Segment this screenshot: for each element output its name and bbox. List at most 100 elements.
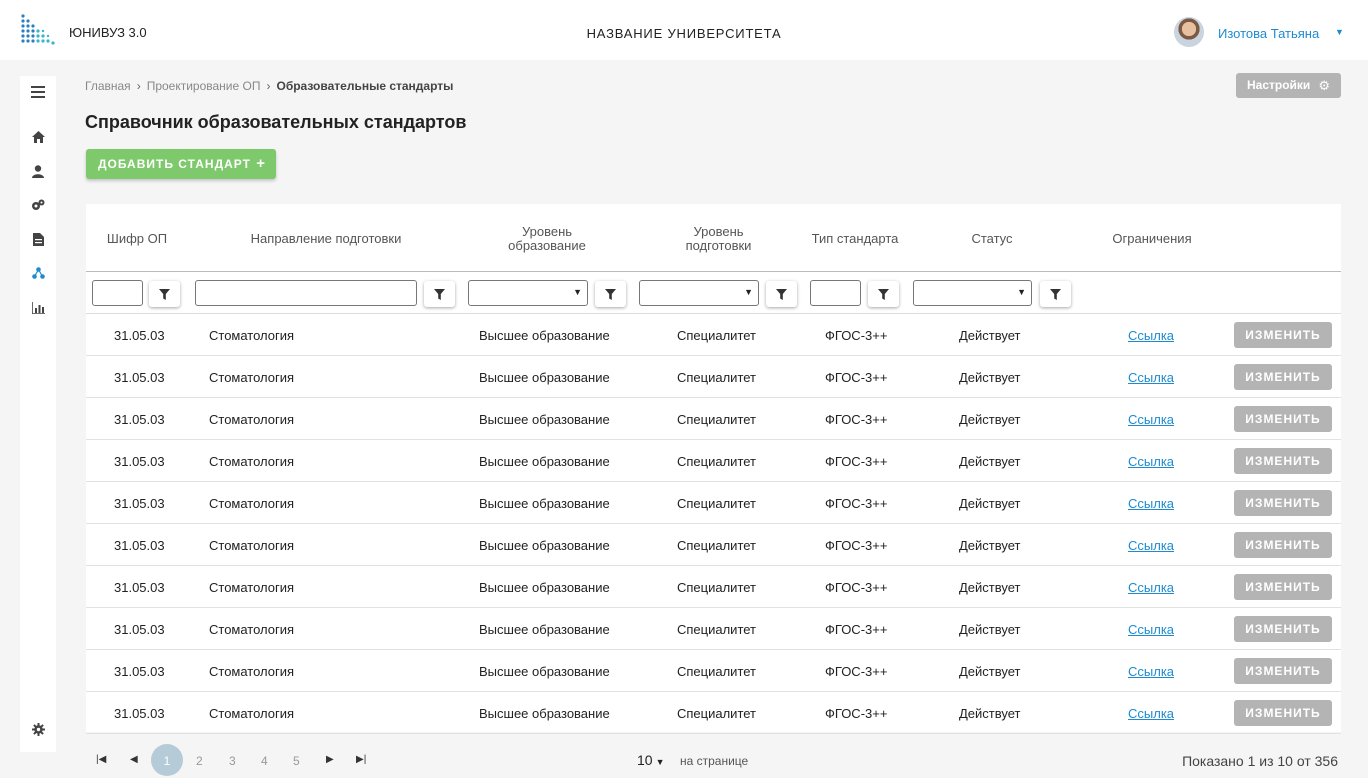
restrictions-link[interactable]: Ссылка [1128,454,1174,469]
edit-button[interactable]: ИЗМЕНИТЬ [1234,532,1332,558]
home-icon[interactable] [20,131,56,146]
gear-icon: ⚙ [1318,78,1330,93]
cell-prep-level: Специалитет [677,328,757,343]
hierarchy-icon[interactable] [20,267,56,282]
cell-status: Действует [959,622,1021,637]
edit-button[interactable]: ИЗМЕНИТЬ [1234,490,1332,516]
cell-status: Действует [959,370,1021,385]
edit-button[interactable]: ИЗМЕНИТЬ [1234,574,1332,600]
edit-button[interactable]: ИЗМЕНИТЬ [1234,364,1332,390]
cell-type: ФГОС-3++ [825,580,888,595]
restrictions-link[interactable]: Ссылка [1128,664,1174,679]
column-header-edu-level[interactable]: Уровень образование [487,225,607,253]
cell-direction: Стоматология [209,580,295,595]
breadcrumb-design[interactable]: Проектирование ОП [147,79,261,93]
column-header-status[interactable]: Статус [942,232,1042,246]
filter-edu-level-select[interactable]: ▼ [468,280,588,306]
column-header-code[interactable]: Шифр ОП [96,232,178,246]
cell-edu-level: Высшее образование [479,370,610,385]
restrictions-link[interactable]: Ссылка [1128,370,1174,385]
column-header-type[interactable]: Тип стандарта [800,232,910,246]
user-name[interactable]: Изотова Татьяна [1218,26,1319,41]
chart-icon[interactable] [20,302,56,317]
cell-prep-level: Специалитет [677,454,757,469]
restrictions-link[interactable]: Ссылка [1128,580,1174,595]
filter-direction-button[interactable] [424,281,455,307]
cell-edu-level: Высшее образование [479,664,610,679]
cell-type: ФГОС-3++ [825,370,888,385]
prev-page-icon[interactable]: ◀ [130,754,138,765]
page-button-current[interactable]: 1 [151,744,183,776]
filter-icon [605,289,616,300]
cell-status: Действует [959,664,1021,679]
page-button[interactable]: 4 [261,754,268,768]
breadcrumb: Главная › Проектирование ОП › Образовательны… [85,79,453,93]
filter-icon [878,289,889,300]
document-icon[interactable] [20,233,56,249]
restrictions-link[interactable]: Ссылка [1128,622,1174,637]
filter-edu-level-button[interactable] [595,281,626,307]
filter-icon [159,289,170,300]
dropdown-arrow-icon: ▼ [744,287,753,297]
filter-status-button[interactable] [1040,281,1071,307]
per-page-select[interactable]: 10 ▼ [637,752,665,768]
page-button[interactable]: 5 [293,754,300,768]
table-row: 31.05.03 Стоматология Высшее образование Сп… [86,650,1341,692]
user-icon[interactable] [20,165,56,181]
column-header-restrictions[interactable]: Ограничения [1096,232,1208,246]
gear-icon[interactable] [20,723,56,739]
table-row: 31.05.03 Стоматология Высшее образование Сп… [86,482,1341,524]
column-header-direction[interactable]: Направление подготовки [226,232,426,246]
breadcrumb-home[interactable]: Главная [85,79,131,93]
cell-type: ФГОС-3++ [825,454,888,469]
table-row: 31.05.03 Стоматология Высшее образование Сп… [86,314,1341,356]
table-row: 31.05.03 Стоматология Высшее образование Сп… [86,524,1341,566]
restrictions-link[interactable]: Ссылка [1128,706,1174,721]
filter-code-input[interactable] [92,280,143,306]
last-page-icon[interactable]: ▶| [356,754,366,765]
first-page-icon[interactable]: |◀ [96,754,106,765]
table-row: 31.05.03 Стоматология Высшее образование Сп… [86,440,1341,482]
filter-direction-input[interactable] [195,280,417,306]
edit-button[interactable]: ИЗМЕНИТЬ [1234,658,1332,684]
next-page-icon[interactable]: ▶ [326,754,334,765]
restrictions-link[interactable]: Ссылка [1128,496,1174,511]
filter-type-input[interactable] [810,280,861,306]
cell-direction: Стоматология [209,496,295,511]
restrictions-link[interactable]: Ссылка [1128,538,1174,553]
chevron-down-icon[interactable]: ▼ [1335,27,1344,37]
filter-prep-level-select[interactable]: ▼ [639,280,759,306]
cell-type: ФГОС-3++ [825,328,888,343]
filter-icon [434,289,445,300]
edit-button[interactable]: ИЗМЕНИТЬ [1234,406,1332,432]
filter-status-select[interactable]: ▼ [913,280,1032,306]
restrictions-link[interactable]: Ссылка [1128,412,1174,427]
edit-button[interactable]: ИЗМЕНИТЬ [1234,616,1332,642]
menu-icon[interactable] [20,86,56,101]
edit-button[interactable]: ИЗМЕНИТЬ [1234,322,1332,348]
add-standard-label: ДОБАВИТЬ СТАНДАРТ [98,157,251,171]
cell-code: 31.05.03 [114,454,165,469]
filter-type-button[interactable] [868,281,899,307]
cell-edu-level: Высшее образование [479,622,610,637]
edit-button[interactable]: ИЗМЕНИТЬ [1234,448,1332,474]
page-button[interactable]: 2 [196,754,203,768]
settings-button[interactable]: Настройки ⚙ [1236,73,1341,98]
cell-edu-level: Высшее образование [479,412,610,427]
cell-code: 31.05.03 [114,412,165,427]
cell-code: 31.05.03 [114,370,165,385]
filter-icon [776,289,787,300]
restrictions-link[interactable]: Ссылка [1128,328,1174,343]
column-header-prep-level[interactable]: Уровень подготовки [666,225,771,253]
cell-prep-level: Специалитет [677,412,757,427]
cell-type: ФГОС-3++ [825,706,888,721]
chevron-right-icon: › [266,79,271,93]
settings-gears-icon[interactable] [20,199,56,214]
edit-button[interactable]: ИЗМЕНИТЬ [1234,700,1332,726]
add-standard-button[interactable]: ДОБАВИТЬ СТАНДАРТ + [86,149,276,179]
avatar[interactable] [1174,17,1204,47]
cell-direction: Стоматология [209,412,295,427]
filter-code-button[interactable] [149,281,180,307]
page-button[interactable]: 3 [229,754,236,768]
filter-prep-level-button[interactable] [766,281,797,307]
